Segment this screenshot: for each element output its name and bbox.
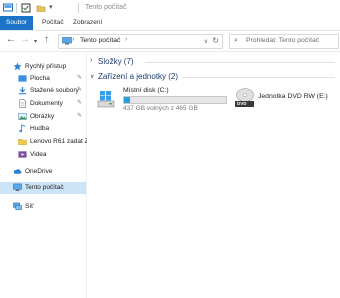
divider bbox=[145, 62, 335, 63]
sidebar-item-network[interactable]: Síť bbox=[0, 201, 86, 213]
usage-bar-fill bbox=[124, 97, 131, 103]
sidebar-item-label: Hudba bbox=[30, 125, 50, 132]
group-header-folders[interactable]: › Složky (7) bbox=[87, 56, 340, 68]
drive-free-space: 437 GB volných z 465 GB bbox=[123, 105, 198, 112]
up-arrow-icon[interactable]: ↑ bbox=[44, 35, 49, 45]
pin-icon[interactable]: ✎ bbox=[77, 86, 82, 93]
address-bar[interactable]: › Tento počítač › ∨ ↻ bbox=[58, 34, 223, 49]
separator bbox=[16, 3, 17, 13]
tab-file[interactable]: Soubor bbox=[0, 16, 33, 30]
sidebar-item-label: OneDrive bbox=[25, 168, 53, 175]
network-icon bbox=[13, 202, 22, 210]
dvd-label: DVD bbox=[237, 101, 247, 106]
breadcrumb-this-pc[interactable]: Tento počítač bbox=[80, 37, 120, 44]
sidebar-item-label: Plocha bbox=[30, 75, 50, 82]
search-icon: ⌕ bbox=[234, 37, 238, 44]
group-header-devices[interactable]: ∨ Zařízení a jednotky (2) bbox=[87, 71, 340, 83]
breadcrumb-chevron-icon[interactable]: › bbox=[125, 36, 127, 43]
local-disk-icon bbox=[97, 91, 115, 108]
forward-arrow-icon[interactable]: → bbox=[20, 35, 30, 45]
music-icon bbox=[19, 124, 26, 133]
window-icon bbox=[3, 3, 13, 12]
pin-icon[interactable]: ✎ bbox=[77, 112, 82, 119]
star-icon bbox=[13, 62, 22, 71]
recent-locations-icon[interactable]: ▾ bbox=[34, 37, 37, 47]
tab-view[interactable]: Zobrazení bbox=[68, 16, 107, 30]
sidebar-item-documents[interactable]: Dokumenty ✎ bbox=[0, 98, 86, 110]
sidebar-item-label: Rychlý přístup bbox=[25, 63, 67, 70]
search-placeholder: Prohledat: Tento počítač bbox=[246, 37, 320, 44]
drive-name: Jednotka DVD RW (E:) bbox=[258, 93, 328, 100]
videos-icon bbox=[18, 151, 27, 158]
drive-name: Místní disk (C:) bbox=[123, 87, 169, 94]
desktop-folder-icon bbox=[18, 75, 27, 82]
main-content: › Složky (7) ∨ Zařízení a jednotky (2) M… bbox=[87, 52, 340, 298]
chevron-down-icon[interactable]: ∨ bbox=[90, 73, 94, 80]
refresh-icon[interactable]: ↻ bbox=[212, 36, 219, 45]
pin-icon[interactable]: ✎ bbox=[77, 74, 82, 81]
sidebar-item-label: Videa bbox=[30, 151, 47, 158]
group-title: Složky (7) bbox=[98, 57, 134, 66]
sidebar-item-label: Dokumenty bbox=[30, 100, 63, 107]
properties-icon[interactable] bbox=[21, 3, 31, 13]
window-title: Tento počítač bbox=[85, 4, 127, 11]
usage-bar bbox=[123, 96, 227, 104]
pin-icon[interactable]: ✎ bbox=[77, 99, 82, 106]
sidebar-item-pictures[interactable]: Obrázky ✎ bbox=[0, 111, 86, 123]
sidebar-item-videos[interactable]: Videa bbox=[0, 149, 86, 161]
tab-computer[interactable]: Počítač bbox=[37, 16, 69, 30]
pictures-icon bbox=[18, 113, 27, 120]
sidebar-item-desktop[interactable]: Plocha ✎ bbox=[0, 73, 86, 85]
sidebar-item-label: Tento počítač bbox=[25, 184, 64, 191]
sidebar-item-label: Lenovo R61 zadat Z bbox=[30, 138, 89, 145]
address-dropdown-icon[interactable]: ∨ bbox=[204, 38, 208, 45]
chevron-right-icon[interactable]: › bbox=[90, 57, 92, 64]
search-box[interactable]: ⌕ Prohledat: Tento počítač bbox=[229, 34, 339, 49]
computer-icon bbox=[62, 37, 72, 45]
new-folder-icon[interactable] bbox=[36, 3, 46, 13]
sidebar-item-quick-access[interactable]: Rychlý přístup bbox=[0, 61, 86, 73]
back-arrow-icon[interactable]: ← bbox=[6, 35, 16, 45]
downloads-icon bbox=[18, 86, 27, 95]
breadcrumb-chevron-icon[interactable]: › bbox=[72, 36, 74, 43]
computer-icon bbox=[13, 183, 22, 191]
sidebar-item-folder[interactable]: Lenovo R61 zadat Z bbox=[0, 136, 89, 148]
title-bar: ▾ Tento počítač bbox=[0, 0, 340, 16]
sidebar-item-this-pc[interactable]: Tento počítač bbox=[0, 182, 86, 194]
ribbon-tabs: Soubor Počítač Zobrazení bbox=[0, 16, 340, 31]
sidebar-item-onedrive[interactable]: OneDrive bbox=[0, 166, 86, 178]
folder-icon bbox=[18, 139, 27, 145]
drive-tile-c[interactable]: Místní disk (C:) 437 GB volných z 465 GB bbox=[95, 86, 235, 114]
navigation-bar: ← → ▾ ↑ › Tento počítač › ∨ ↻ ⌕ Prohleda… bbox=[0, 31, 340, 52]
sidebar-item-label: Síť bbox=[25, 203, 34, 210]
cloud-icon bbox=[13, 169, 22, 174]
drive-tile-dvd[interactable]: DVD Jednotka DVD RW (E:) bbox=[233, 86, 338, 114]
group-title: Zařízení a jednotky (2) bbox=[98, 72, 179, 81]
sidebar-item-label: Stažené soubory bbox=[30, 87, 79, 94]
navigation-pane: Rychlý přístup Plocha ✎ Stažené soubory … bbox=[0, 52, 89, 298]
quick-access-dropdown[interactable]: ▾ bbox=[49, 3, 53, 11]
sidebar-item-music[interactable]: Hudba bbox=[0, 123, 86, 135]
separator bbox=[78, 3, 79, 13]
documents-icon bbox=[19, 99, 26, 108]
sidebar-item-label: Obrázky bbox=[30, 113, 55, 120]
sidebar-item-downloads[interactable]: Stažené soubory ✎ bbox=[0, 85, 86, 97]
divider bbox=[182, 77, 335, 78]
